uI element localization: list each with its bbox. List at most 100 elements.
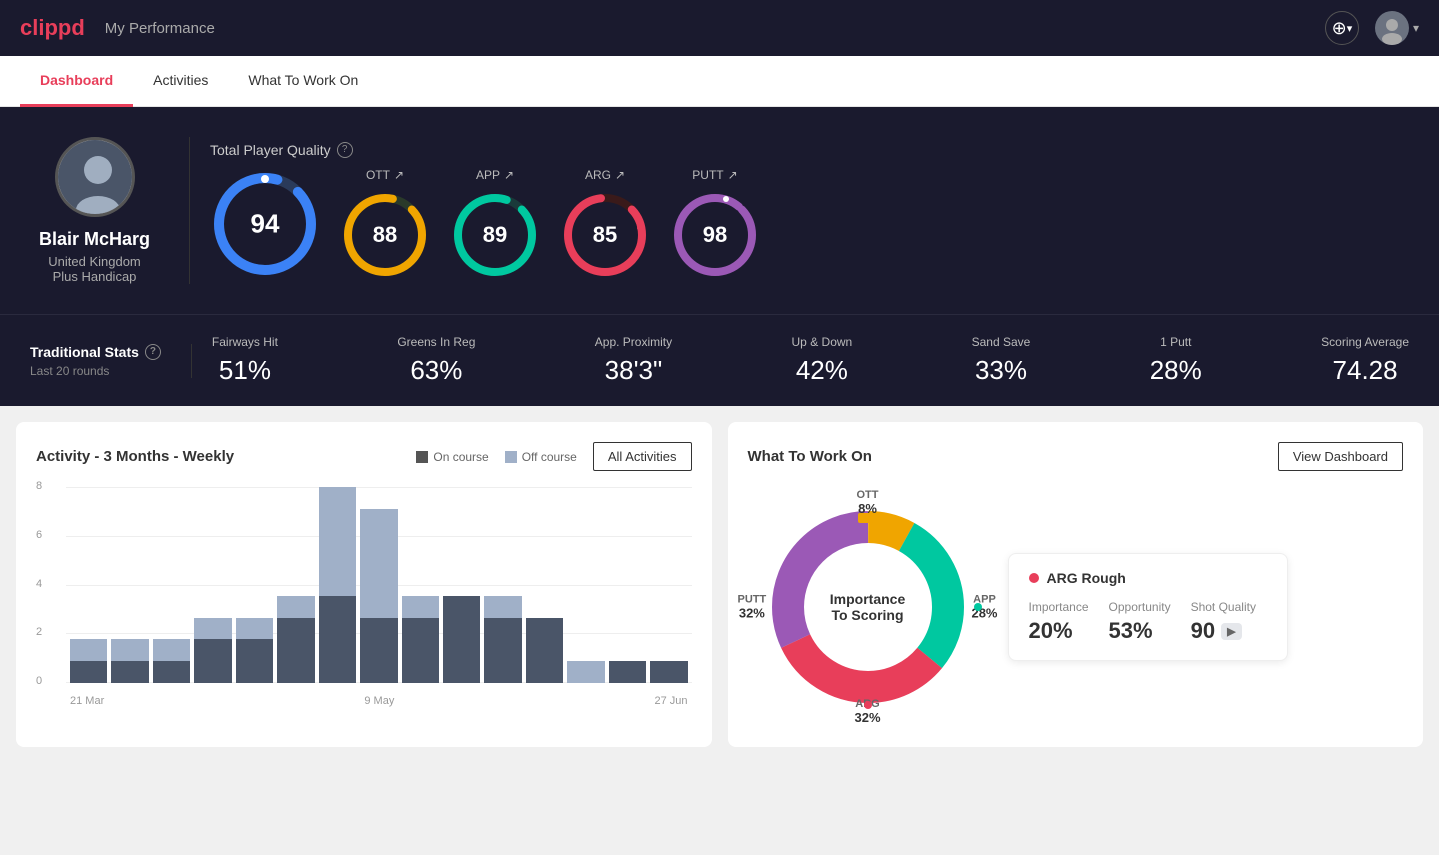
header: clippd My Performance ⊕ ▾ ▾ <box>0 0 1439 56</box>
chevron-down-icon: ▾ <box>1347 22 1353 35</box>
bar-group <box>526 487 563 683</box>
bottom-section: Activity - 3 Months - Weekly On course O… <box>0 406 1439 763</box>
off-course-bar <box>277 596 314 618</box>
x-label-may: 9 May <box>364 695 394 707</box>
x-label-jun: 27 Jun <box>654 695 687 707</box>
arg-arrow-icon: ↗ <box>615 168 625 182</box>
putt-label: PUTT ↗ <box>692 168 737 182</box>
bar-group <box>567 487 604 683</box>
bar-group <box>484 487 521 683</box>
stat-greens-in-reg: Greens In Reg 63% <box>397 335 475 386</box>
player-name: Blair McHarg <box>39 229 150 250</box>
bar-group <box>153 487 190 683</box>
ott-label: OTT ↗ <box>366 168 404 182</box>
off-course-bar <box>194 618 231 640</box>
ott-ring: 88 <box>340 190 430 280</box>
x-label-mar: 21 Mar <box>70 695 104 707</box>
app-arrow-icon: ↗ <box>504 168 514 182</box>
arg-value: 85 <box>593 222 617 248</box>
bar-group <box>236 487 273 683</box>
donut-center-label: Importance To Scoring <box>830 591 905 623</box>
putt-value: 98 <box>703 222 727 248</box>
user-avatar-button[interactable]: ▾ <box>1375 11 1419 45</box>
on-course-bar <box>111 661 148 683</box>
bar-group <box>650 487 687 683</box>
tab-dashboard[interactable]: Dashboard <box>20 56 133 107</box>
add-button[interactable]: ⊕ ▾ <box>1325 11 1359 45</box>
view-dashboard-button[interactable]: View Dashboard <box>1278 442 1403 471</box>
bar-chart: 8 6 4 2 0 21 Mar 9 May 27 Jun <box>36 487 692 707</box>
arg-connector-dot <box>864 701 872 709</box>
off-course-bar <box>236 618 273 640</box>
trad-stats-list: Fairways Hit 51% Greens In Reg 63% App. … <box>192 335 1409 386</box>
putt-segment-label: PUTT 32% <box>738 594 767 621</box>
off-course-bar <box>153 639 190 661</box>
ott-value: 88 <box>373 222 397 248</box>
x-labels: 21 Mar 9 May 27 Jun <box>66 695 692 707</box>
logo-text: clippd <box>20 15 85 41</box>
importance-metric: Importance 20% <box>1029 600 1089 644</box>
ott-arrow-icon: ↗ <box>394 168 404 182</box>
nav-tabs: Dashboard Activities What To Work On <box>0 56 1439 107</box>
off-course-bar <box>319 487 356 596</box>
arg-label: ARG ↗ <box>585 168 625 182</box>
trad-label: Traditional Stats ? Last 20 rounds <box>30 344 192 378</box>
ott-segment-label: OTT 8% <box>857 489 879 516</box>
activity-card-header: Activity - 3 Months - Weekly On course O… <box>36 442 692 471</box>
bar-group <box>194 487 231 683</box>
shot-quality-badge: ▶ <box>1221 623 1241 640</box>
legend-off-course: Off course <box>505 450 577 464</box>
player-country: United Kingdom <box>48 254 141 269</box>
activity-chart-card: Activity - 3 Months - Weekly On course O… <box>16 422 712 747</box>
stat-sand-save: Sand Save 33% <box>972 335 1031 386</box>
detail-card-title: ARG Rough <box>1029 570 1267 586</box>
on-course-bar <box>526 618 563 683</box>
app-ring: 89 <box>450 190 540 280</box>
activity-header-controls: On course Off course All Activities <box>416 442 691 471</box>
chevron-down-icon: ▾ <box>1413 21 1419 35</box>
stat-scoring-avg: Scoring Average 74.28 <box>1321 335 1409 386</box>
arg-ring: 85 <box>560 190 650 280</box>
putt-arrow-icon: ↗ <box>728 168 738 182</box>
traditional-stats-section: Traditional Stats ? Last 20 rounds Fairw… <box>0 314 1439 406</box>
bar-group <box>70 487 107 683</box>
off-course-color <box>505 451 517 463</box>
legend-on-course: On course <box>416 450 488 464</box>
trad-title: Traditional Stats ? <box>30 344 161 360</box>
bar-group <box>609 487 646 683</box>
main-score-item: 94 <box>210 169 320 279</box>
ott-score-item: OTT ↗ 88 <box>340 168 430 280</box>
trad-info-icon[interactable]: ? <box>145 344 161 360</box>
off-course-bar <box>70 639 107 661</box>
bar-group <box>402 487 439 683</box>
main-score-ring: 94 <box>210 169 320 279</box>
all-activities-button[interactable]: All Activities <box>593 442 692 471</box>
work-content: Importance To Scoring OTT 8% APP 28% ARG… <box>748 487 1404 727</box>
on-course-bar <box>236 639 273 683</box>
stat-1-putt: 1 Putt 28% <box>1150 335 1202 386</box>
tab-what-to-work-on[interactable]: What To Work On <box>228 56 378 107</box>
off-course-bar <box>360 509 397 618</box>
tab-activities[interactable]: Activities <box>133 56 228 107</box>
bar-group <box>277 487 314 683</box>
stat-up-down: Up & Down 42% <box>792 335 853 386</box>
app-connector-dot <box>974 603 982 611</box>
work-card: What To Work On View Dashboard <box>728 422 1424 747</box>
bar-group <box>360 487 397 683</box>
bar-group <box>319 487 356 683</box>
off-course-bar <box>484 596 521 618</box>
off-course-bar <box>567 661 604 683</box>
bars-area <box>66 487 692 683</box>
on-course-bar <box>609 661 646 683</box>
arg-score-item: ARG ↗ 85 <box>560 168 650 280</box>
quality-info-icon[interactable]: ? <box>337 142 353 158</box>
header-title: My Performance <box>105 20 215 37</box>
detail-metrics: Importance 20% Opportunity 53% Shot Qual… <box>1029 600 1267 644</box>
detail-dot <box>1029 573 1039 583</box>
player-info: Blair McHarg United Kingdom Plus Handica… <box>30 137 190 284</box>
header-left: clippd My Performance <box>20 15 215 41</box>
app-score-item: APP ↗ 89 <box>450 168 540 280</box>
shot-quality-metric: Shot Quality 90 ▶ <box>1191 600 1256 644</box>
avatar <box>1375 11 1409 45</box>
off-course-bar <box>111 639 148 661</box>
